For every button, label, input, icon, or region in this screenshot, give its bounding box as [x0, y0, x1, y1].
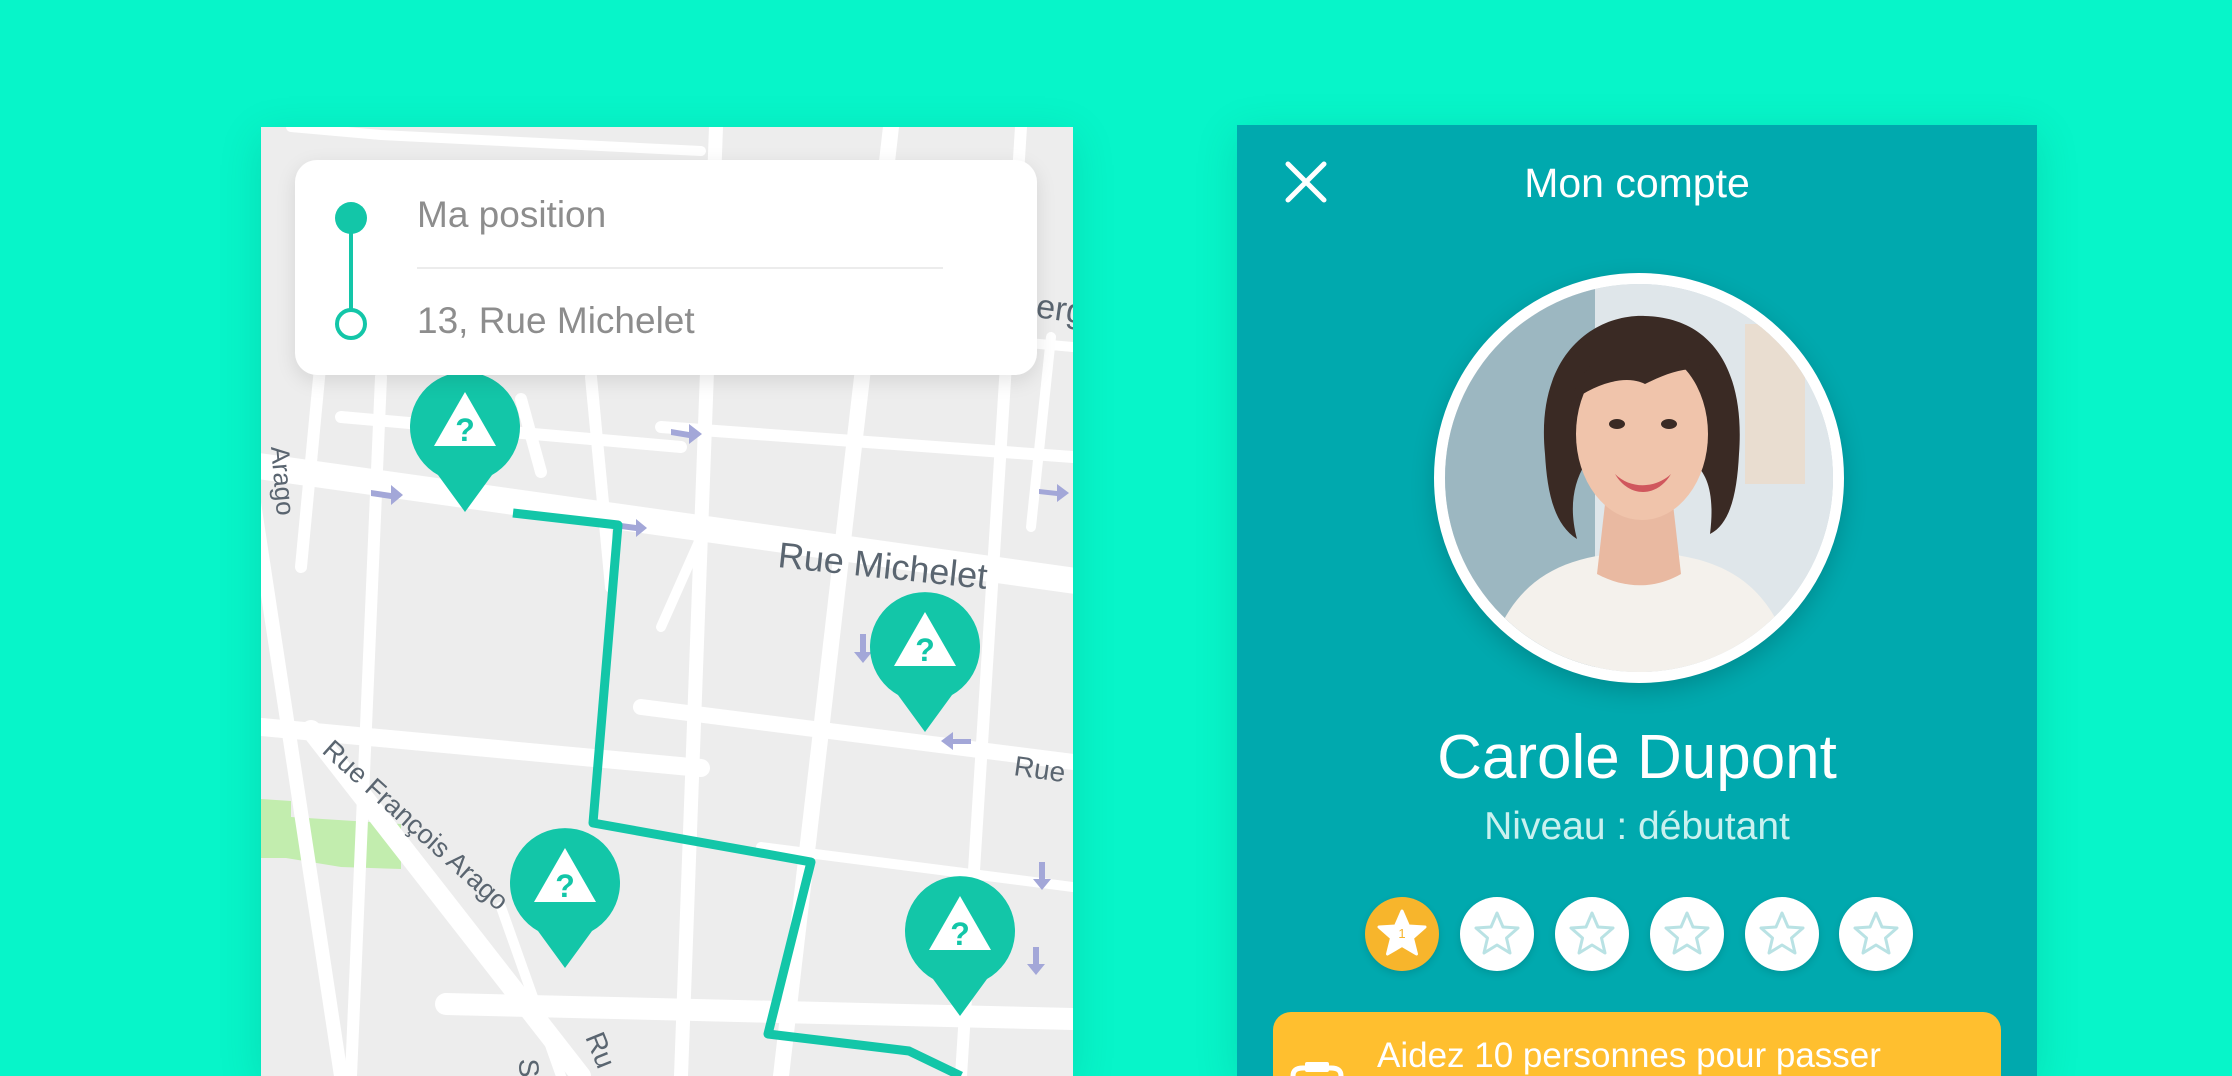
level-badge-4[interactable]: [1650, 897, 1724, 971]
profile-photo: [1445, 284, 1833, 672]
street-label-top-right: erg: [1034, 287, 1073, 331]
page-title: Mon compte: [1524, 160, 1750, 206]
level-badge-1[interactable]: 1: [1365, 897, 1439, 971]
hazard-marker[interactable]: ?: [868, 592, 982, 734]
destination-field[interactable]: 13, Rue Michelet: [417, 300, 695, 342]
account-panel: Mon compte Carole Dupont Niveau : débuta…: [1237, 125, 2037, 1076]
route-card: Ma position 13, Rue Michelet: [295, 160, 1037, 375]
svg-text:?: ?: [915, 632, 935, 668]
warning-question-icon: ?: [870, 592, 980, 732]
destination-dot-icon: [335, 308, 367, 340]
star-outline-icon: [1569, 911, 1615, 955]
level-badge-5[interactable]: [1745, 897, 1819, 971]
origin-field[interactable]: Ma position: [417, 194, 606, 236]
route-connector: [349, 230, 353, 310]
svg-text:?: ?: [555, 868, 575, 904]
svg-text:?: ?: [950, 916, 970, 952]
star-outline-icon: [1474, 911, 1520, 955]
warning-question-icon: ?: [410, 372, 520, 512]
svg-text:?: ?: [455, 412, 475, 448]
avatar[interactable]: [1434, 273, 1844, 683]
star-outline-icon: [1759, 911, 1805, 955]
street-label-ru-bottom: Ru: [579, 1028, 621, 1073]
map-panel[interactable]: Rue Michelet Rue François Arago Arago Ru…: [261, 127, 1073, 1076]
warning-question-icon: ?: [905, 876, 1015, 1016]
warning-question-icon: ?: [510, 828, 620, 968]
level-up-banner[interactable]: Aidez 10 personnes pour passer: [1273, 1012, 2001, 1076]
hazard-marker[interactable]: ?: [903, 876, 1017, 1018]
user-level: Niveau : débutant: [1484, 805, 1790, 848]
hazard-marker[interactable]: ?: [408, 372, 522, 514]
banner-text: Aidez 10 personnes pour passer: [1377, 1036, 1881, 1075]
level-badge-3[interactable]: [1555, 897, 1629, 971]
street-label-rue-right: Rue: [1012, 750, 1067, 788]
street-label-s-bottom: S: [513, 1058, 545, 1076]
level-badge-6[interactable]: [1839, 897, 1913, 971]
street-label-arago: Arago: [265, 445, 301, 517]
hazard-marker[interactable]: ?: [508, 828, 622, 970]
trophy-icon: [1287, 1062, 1347, 1076]
level-badge-2[interactable]: [1460, 897, 1534, 971]
route-divider: [417, 267, 943, 269]
badge-number: 1: [1398, 926, 1406, 941]
user-name: Carole Dupont: [1437, 723, 1837, 792]
star-outline-icon: [1853, 911, 1899, 955]
star-outline-icon: [1664, 911, 1710, 955]
